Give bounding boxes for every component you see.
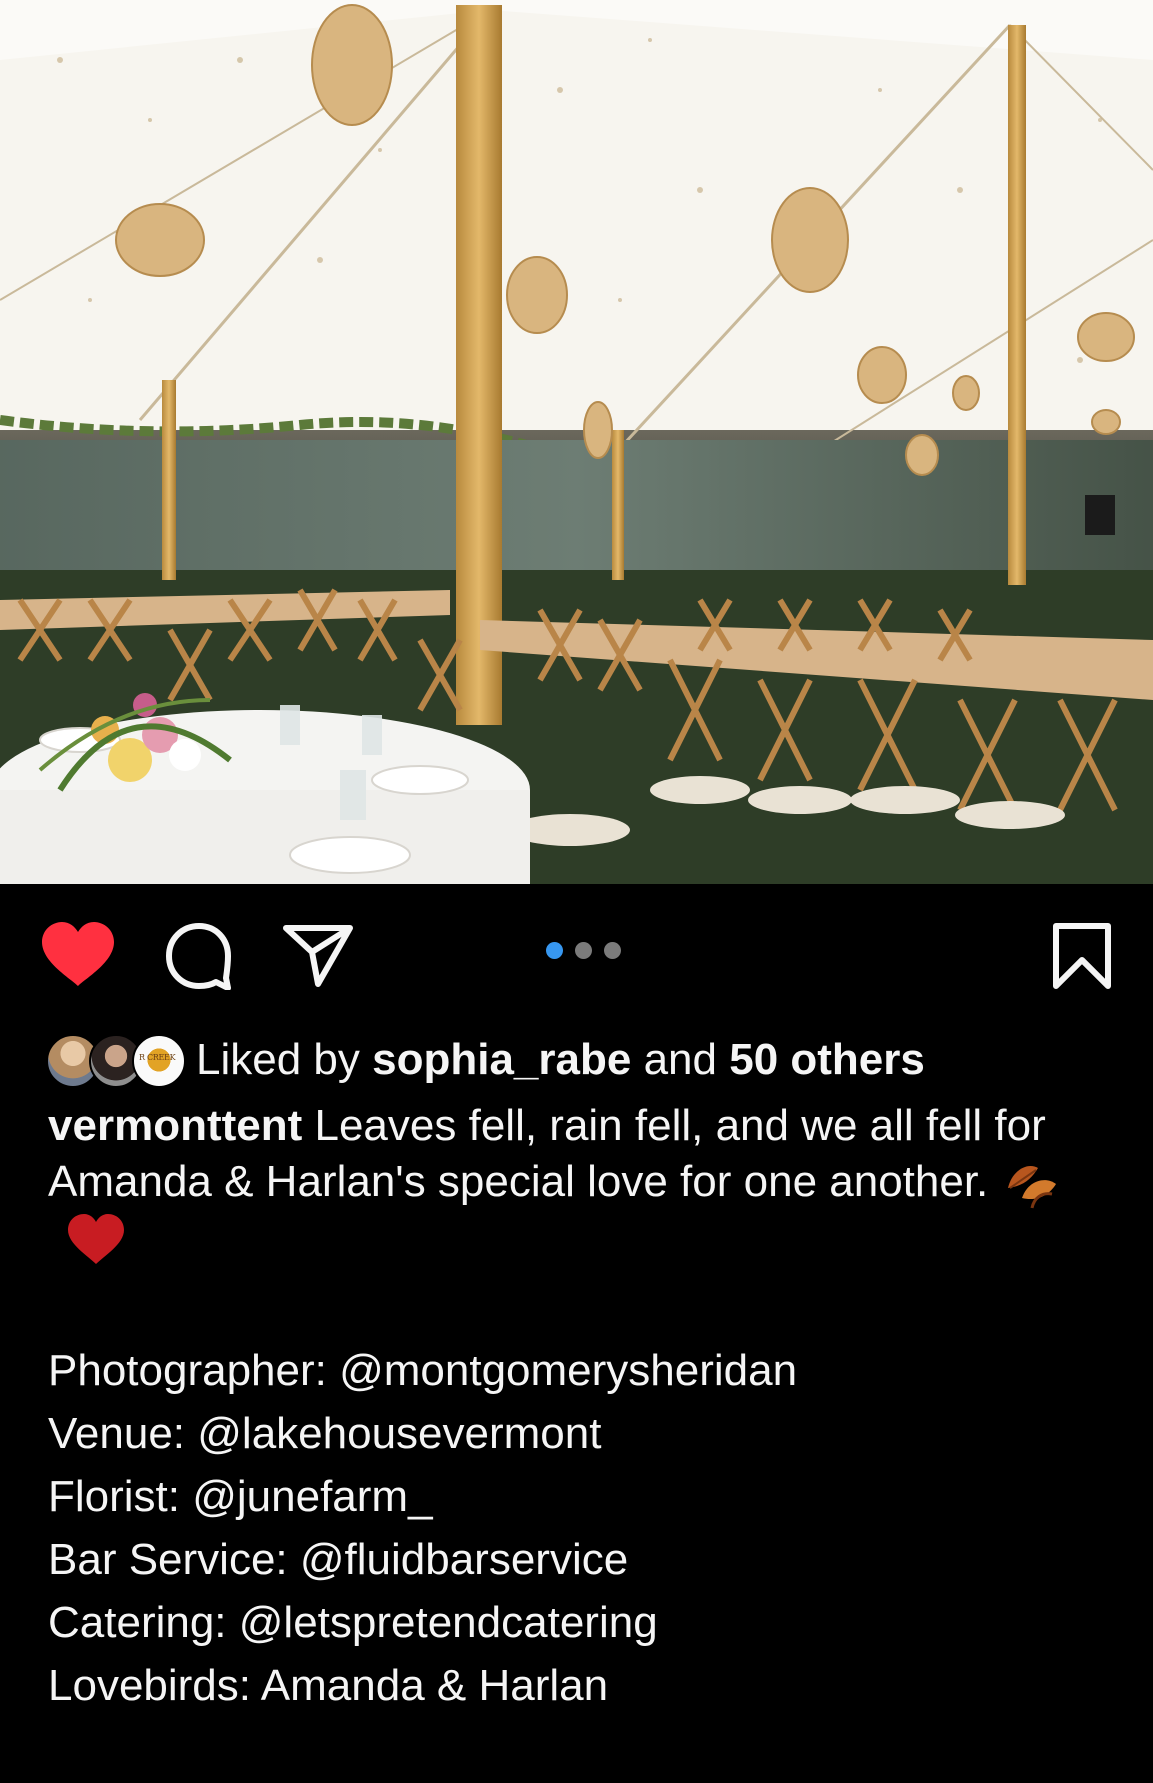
avatar[interactable]: R CREEK bbox=[132, 1034, 186, 1088]
red-heart-emoji-icon bbox=[68, 1214, 124, 1264]
fallen-leaf-emoji-icon bbox=[1008, 1166, 1057, 1209]
caption-credits: Photographer: @montgomerysheridan Venue:… bbox=[48, 1339, 1108, 1717]
comment-icon[interactable] bbox=[164, 922, 232, 990]
credit-bar-service[interactable]: Bar Service: @fluidbarservice bbox=[48, 1528, 1108, 1591]
heart-filled-icon[interactable] bbox=[40, 922, 116, 988]
credit-florist[interactable]: Florist: @junefarm_ bbox=[48, 1465, 1108, 1528]
send-icon[interactable] bbox=[282, 924, 354, 988]
bookmark-icon[interactable] bbox=[1052, 922, 1112, 990]
likes-summary: Liked by sophia_rabe and 50 others bbox=[196, 1032, 925, 1088]
likes-row[interactable]: R CREEK Liked by sophia_rabe and 50 othe… bbox=[46, 1030, 925, 1090]
credit-photographer[interactable]: Photographer: @montgomerysheridan bbox=[48, 1339, 1108, 1402]
post-caption: vermonttent Leaves fell, rain fell, and … bbox=[48, 1098, 1108, 1266]
caption-username-link[interactable]: vermonttent bbox=[48, 1101, 302, 1150]
carousel-indicator bbox=[546, 942, 621, 960]
avatar-logo-text: R CREEK bbox=[139, 1053, 176, 1062]
likes-prefix: Liked by bbox=[196, 1035, 360, 1084]
credit-lovebirds: Lovebirds: Amanda & Harlan bbox=[48, 1661, 609, 1710]
tent-reception-illustration bbox=[0, 0, 1153, 884]
credit-venue[interactable]: Venue: @lakehousevermont bbox=[48, 1402, 1108, 1465]
liker-avatars[interactable]: R CREEK bbox=[46, 1032, 186, 1088]
likes-middle: and bbox=[643, 1035, 717, 1084]
credit-catering[interactable]: Catering: @letspretendcatering bbox=[48, 1591, 1108, 1654]
carousel-dot-2 bbox=[575, 942, 592, 959]
likes-count-link[interactable]: 50 others bbox=[729, 1035, 925, 1084]
liker-username-link[interactable]: sophia_rabe bbox=[372, 1035, 631, 1084]
carousel-dot-1 bbox=[546, 942, 563, 959]
post-photo[interactable] bbox=[0, 0, 1153, 884]
carousel-dot-3 bbox=[604, 942, 621, 959]
